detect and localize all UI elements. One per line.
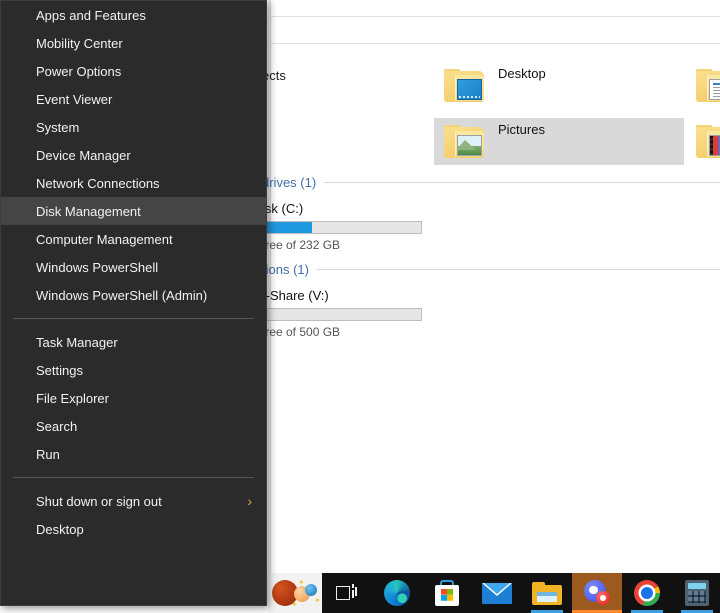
menu-item-run[interactable]: Run	[1, 440, 266, 468]
menu-item-label: Mobility Center	[36, 35, 123, 51]
menu-item-event-viewer[interactable]: Event Viewer	[1, 85, 266, 113]
taskbar: ✦ ✦ ✦	[268, 573, 720, 613]
menu-item-label: Event Viewer	[36, 91, 113, 107]
menu-item-label: Windows PowerShell	[36, 259, 159, 275]
start-button[interactable]: ✦ ✦ ✦	[268, 573, 322, 613]
drive-free-text: free of 500 GB	[262, 325, 341, 339]
folder-videos-icon	[696, 124, 720, 159]
menu-item-file-explorer[interactable]: File Explorer	[1, 384, 266, 412]
group-header-rule	[316, 269, 720, 270]
chrome-icon	[634, 580, 660, 606]
menu-item-apps-and-features[interactable]: Apps and Features	[1, 1, 266, 29]
group-header-rule	[324, 182, 720, 183]
menu-item-windows-powershell[interactable]: Windows PowerShell	[1, 253, 266, 281]
menu-item-windows-powershell-admin[interactable]: Windows PowerShell (Admin)	[1, 281, 266, 309]
drive-item-net-share-v[interactable]: t-Share (V:) free of 500 GB	[262, 288, 422, 339]
task-view-icon	[336, 584, 358, 602]
menu-item-label: Disk Management	[36, 203, 141, 219]
calculator-icon	[685, 580, 709, 606]
file-explorer-icon	[532, 581, 562, 605]
menu-item-label: Task Manager	[36, 334, 118, 350]
chevron-right-icon: ›	[247, 493, 252, 509]
store-icon	[435, 580, 459, 606]
folder-item-pictures[interactable]: Pictures	[434, 118, 684, 165]
folder-label: Desktop	[498, 66, 546, 81]
discord-icon	[583, 580, 611, 606]
group-header-label: tions (1)	[262, 262, 309, 277]
menu-item-network-connections[interactable]: Network Connections	[1, 169, 266, 197]
taskbar-item-calculator[interactable]	[672, 573, 720, 613]
explorer-rule-second	[268, 43, 720, 44]
taskbar-item-microsoft-edge[interactable]	[372, 573, 422, 613]
drive-name: isk (C:)	[262, 201, 304, 216]
menu-item-label: Windows PowerShell (Admin)	[36, 287, 208, 303]
taskbar-item-file-explorer[interactable]	[522, 573, 572, 613]
menu-item-desktop[interactable]: Desktop	[1, 515, 266, 543]
folder-label: Pictures	[498, 122, 545, 137]
menu-item-label: Device Manager	[36, 147, 131, 163]
folder-item-documents[interactable]: Documents	[686, 62, 720, 109]
menu-item-label: Desktop	[36, 521, 84, 537]
explorer-rule-top	[268, 16, 720, 17]
menu-item-label: File Explorer	[36, 390, 109, 406]
menu-item-mobility-center[interactable]: Mobility Center	[1, 29, 266, 57]
group-header-label: drives (1)	[262, 175, 317, 190]
taskbar-item-mail[interactable]	[472, 573, 522, 613]
menu-item-label: Settings	[36, 362, 83, 378]
winx-context-menu: Apps and Features Mobility Center Power Op…	[0, 0, 267, 606]
menu-item-label: Run	[36, 446, 60, 462]
menu-item-power-options[interactable]: Power Options	[1, 57, 266, 85]
drive-capacity-fill	[263, 222, 312, 233]
mail-icon	[482, 582, 512, 604]
menu-separator	[13, 318, 254, 319]
group-header-devices-and-drives[interactable]: drives (1)	[262, 175, 720, 190]
menu-item-settings[interactable]: Settings	[1, 356, 266, 384]
taskbar-item-google-chrome[interactable]	[622, 573, 672, 613]
folder-item-videos[interactable]: Videos	[686, 118, 720, 165]
menu-item-computer-management[interactable]: Computer Management	[1, 225, 266, 253]
folder-item-desktop[interactable]: Desktop	[434, 62, 684, 109]
menu-item-label: Network Connections	[36, 175, 160, 191]
drive-name: t-Share (V:)	[262, 288, 329, 303]
menu-item-shut-down-or-sign-out[interactable]: Shut down or sign out ›	[1, 487, 266, 515]
drive-item-local-disk-c[interactable]: isk (C:) free of 232 GB	[262, 201, 422, 252]
folder-documents-icon	[696, 68, 720, 103]
menu-item-label: Power Options	[36, 63, 122, 79]
menu-item-device-manager[interactable]: Device Manager	[1, 141, 266, 169]
taskbar-item-discord[interactable]	[572, 573, 622, 613]
folder-desktop-icon	[444, 68, 486, 103]
taskbar-item-microsoft-store[interactable]	[422, 573, 472, 613]
drive-capacity-bar	[262, 308, 422, 321]
planets-start-orb-icon: ✦ ✦ ✦	[272, 579, 321, 609]
edge-icon	[384, 580, 410, 606]
menu-item-label: Search	[36, 418, 78, 434]
menu-item-label: System	[36, 119, 80, 135]
menu-item-label: Apps and Features	[36, 7, 146, 23]
menu-item-task-manager[interactable]: Task Manager	[1, 328, 266, 356]
menu-item-system[interactable]: System	[1, 113, 266, 141]
group-header-network-locations[interactable]: tions (1)	[262, 262, 720, 277]
drive-capacity-bar	[262, 221, 422, 234]
menu-item-disk-management[interactable]: Disk Management	[1, 197, 266, 225]
menu-item-search[interactable]: Search	[1, 412, 266, 440]
menu-separator	[13, 477, 254, 478]
folder-pictures-icon	[444, 124, 486, 159]
drive-free-text: free of 232 GB	[262, 238, 341, 252]
taskbar-item-task-view[interactable]	[322, 573, 372, 613]
menu-item-label: Shut down or sign out	[36, 493, 162, 509]
menu-item-label: Computer Management	[36, 231, 173, 247]
